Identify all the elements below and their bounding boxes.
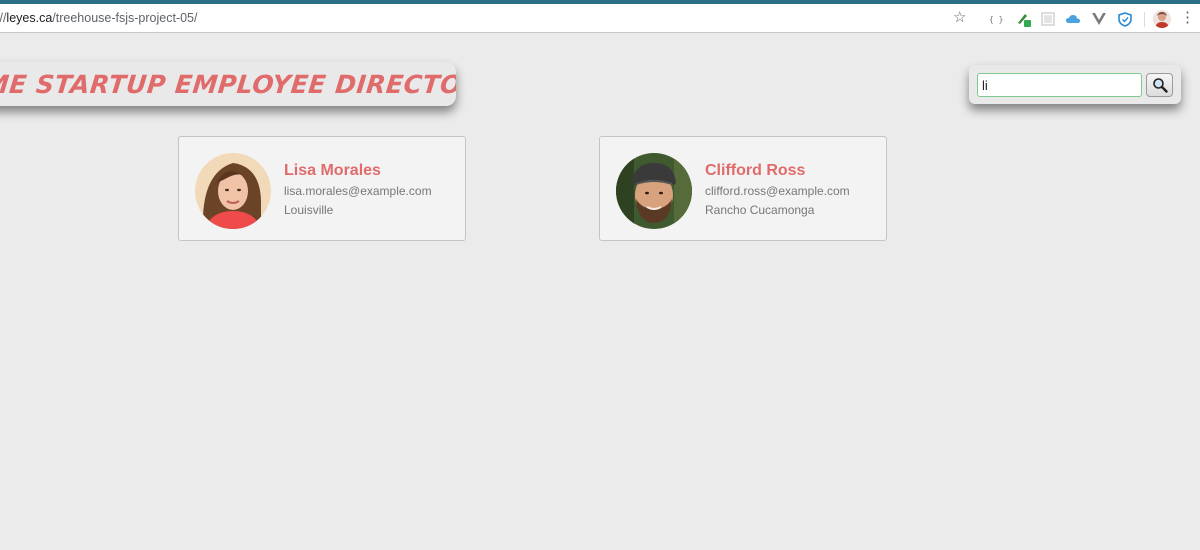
- svg-text:{ }: { }: [989, 15, 1003, 24]
- grid-extension-icon[interactable]: [1040, 11, 1056, 27]
- address-bar[interactable]: ://leyes.ca/treehouse-fsjs-project-05/ ☆…: [0, 4, 1200, 33]
- profile-avatar-icon[interactable]: [1153, 10, 1171, 28]
- shield-extension-icon[interactable]: [1117, 11, 1133, 27]
- search-panel: [969, 65, 1181, 104]
- browser-menu-icon[interactable]: ⋮: [1180, 9, 1195, 27]
- vue-extension-icon[interactable]: [1091, 11, 1107, 27]
- employee-card[interactable]: Lisa Morales lisa.morales@example.com Lo…: [178, 136, 466, 241]
- url-text[interactable]: ://leyes.ca/treehouse-fsjs-project-05/: [0, 11, 197, 25]
- search-input[interactable]: [977, 73, 1142, 97]
- url-path: /treehouse-fsjs-project-05/: [52, 11, 198, 25]
- employee-name: Clifford Ross: [705, 162, 806, 179]
- magnifier-icon: [1152, 78, 1168, 93]
- search-button[interactable]: [1146, 73, 1173, 97]
- bookmark-star-icon[interactable]: ☆: [953, 8, 966, 28]
- employee-name: Lisa Morales: [284, 162, 381, 179]
- employee-email: lisa.morales@example.com: [284, 184, 432, 198]
- employee-photo: [195, 153, 271, 229]
- url-host: leyes.ca: [6, 11, 53, 25]
- code-icon[interactable]: { }: [988, 11, 1004, 27]
- pen-extension-icon[interactable]: [1015, 11, 1031, 27]
- employee-photo: [616, 153, 692, 229]
- toolbar-separator: [1144, 12, 1145, 27]
- directory-header: ME STARTUP EMPLOYEE DIRECTORY: [0, 62, 456, 106]
- employee-city: Louisville: [284, 203, 334, 217]
- employee-card[interactable]: Clifford Ross clifford.ross@example.com …: [599, 136, 887, 241]
- employee-city: Rancho Cucamonga: [705, 203, 815, 217]
- page-title: ME STARTUP EMPLOYEE DIRECTORY: [0, 69, 456, 99]
- employee-email: clifford.ross@example.com: [705, 184, 850, 198]
- cloud-extension-icon[interactable]: [1065, 11, 1081, 27]
